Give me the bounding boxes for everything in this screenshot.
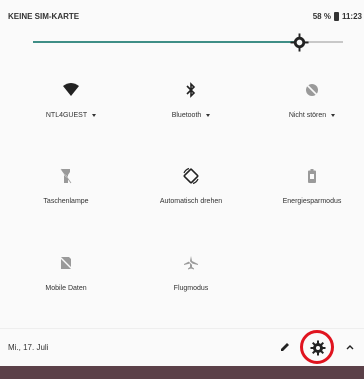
- status-bar: KEINE SIM-KARTE 58 % 11:23: [0, 0, 364, 26]
- wifi-icon: [21, 80, 121, 100]
- tile-bluetooth[interactable]: Bluetooth: [141, 80, 241, 140]
- auto-rotate-icon: [141, 166, 241, 186]
- airplane-mode-icon: [141, 253, 241, 273]
- tile-label: Flugmodus: [173, 285, 209, 292]
- tile-label: Bluetooth: [171, 112, 202, 119]
- clock: 11:23: [341, 12, 362, 21]
- date-label[interactable]: Mi., 17. Juli: [8, 343, 48, 352]
- brightness-track-filled[interactable]: [33, 41, 301, 43]
- dropdown-caret-icon[interactable]: [331, 113, 336, 117]
- battery-saver-icon: [262, 166, 362, 186]
- tile-battery-saver[interactable]: Energiesparmodus: [262, 166, 362, 226]
- tile-label: Taschenlampe: [43, 198, 89, 205]
- tile-mobile-data[interactable]: Mobile Daten: [16, 253, 116, 313]
- tile-auto-rotate[interactable]: Automatisch drehen: [141, 166, 241, 226]
- battery-icon: [333, 12, 339, 21]
- footer-divider: [0, 328, 364, 329]
- flashlight-off-icon: [16, 166, 116, 186]
- dropdown-caret-icon[interactable]: [92, 113, 97, 117]
- brightness-slider[interactable]: [0, 26, 364, 66]
- tile-label: NTL4GUEST: [45, 112, 88, 119]
- edit-icon[interactable]: [278, 340, 292, 354]
- chevron-up-icon[interactable]: [344, 341, 356, 353]
- tile-label: Mobile Daten: [45, 285, 87, 292]
- tile-label: Energiesparmodus: [282, 198, 342, 205]
- battery-percent: 58 %: [312, 12, 331, 21]
- mobile-data-off-icon: [16, 253, 116, 273]
- tile-airplane-mode[interactable]: Flugmodus: [141, 253, 241, 313]
- tile-flashlight[interactable]: Taschenlampe: [16, 166, 116, 226]
- tile-wifi[interactable]: NTL4GUEST: [21, 80, 121, 140]
- brightness-thumb-icon[interactable]: [290, 33, 309, 52]
- status-right: 58 % 11:23: [313, 12, 362, 21]
- tile-label: Automatisch drehen: [159, 198, 223, 205]
- dropdown-caret-icon[interactable]: [206, 113, 211, 117]
- tile-do-not-disturb[interactable]: Nicht stören: [262, 80, 362, 140]
- settings-highlight-ring: [300, 330, 334, 364]
- carrier-label: KEINE SIM-KARTE: [8, 12, 80, 21]
- bluetooth-icon: [141, 80, 241, 100]
- tile-label: Nicht stören: [288, 112, 327, 119]
- wallpaper-strip: [0, 366, 364, 379]
- do-not-disturb-off-icon: [262, 80, 362, 100]
